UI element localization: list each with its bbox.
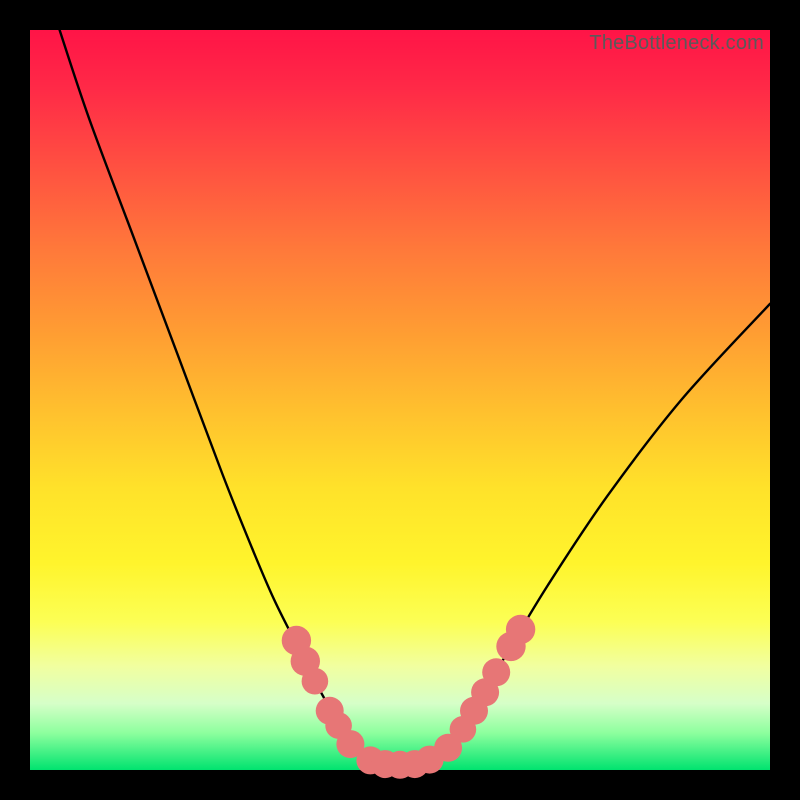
- plot-area: TheBottleneck.com: [30, 30, 770, 770]
- chart-frame: TheBottleneck.com: [0, 0, 800, 800]
- bead-marker: [302, 668, 329, 695]
- curve-layer: [30, 30, 770, 770]
- bead-marker: [482, 658, 510, 686]
- bead-marker: [506, 615, 535, 644]
- bead-group: [282, 615, 536, 779]
- bottleneck-curve: [60, 30, 770, 765]
